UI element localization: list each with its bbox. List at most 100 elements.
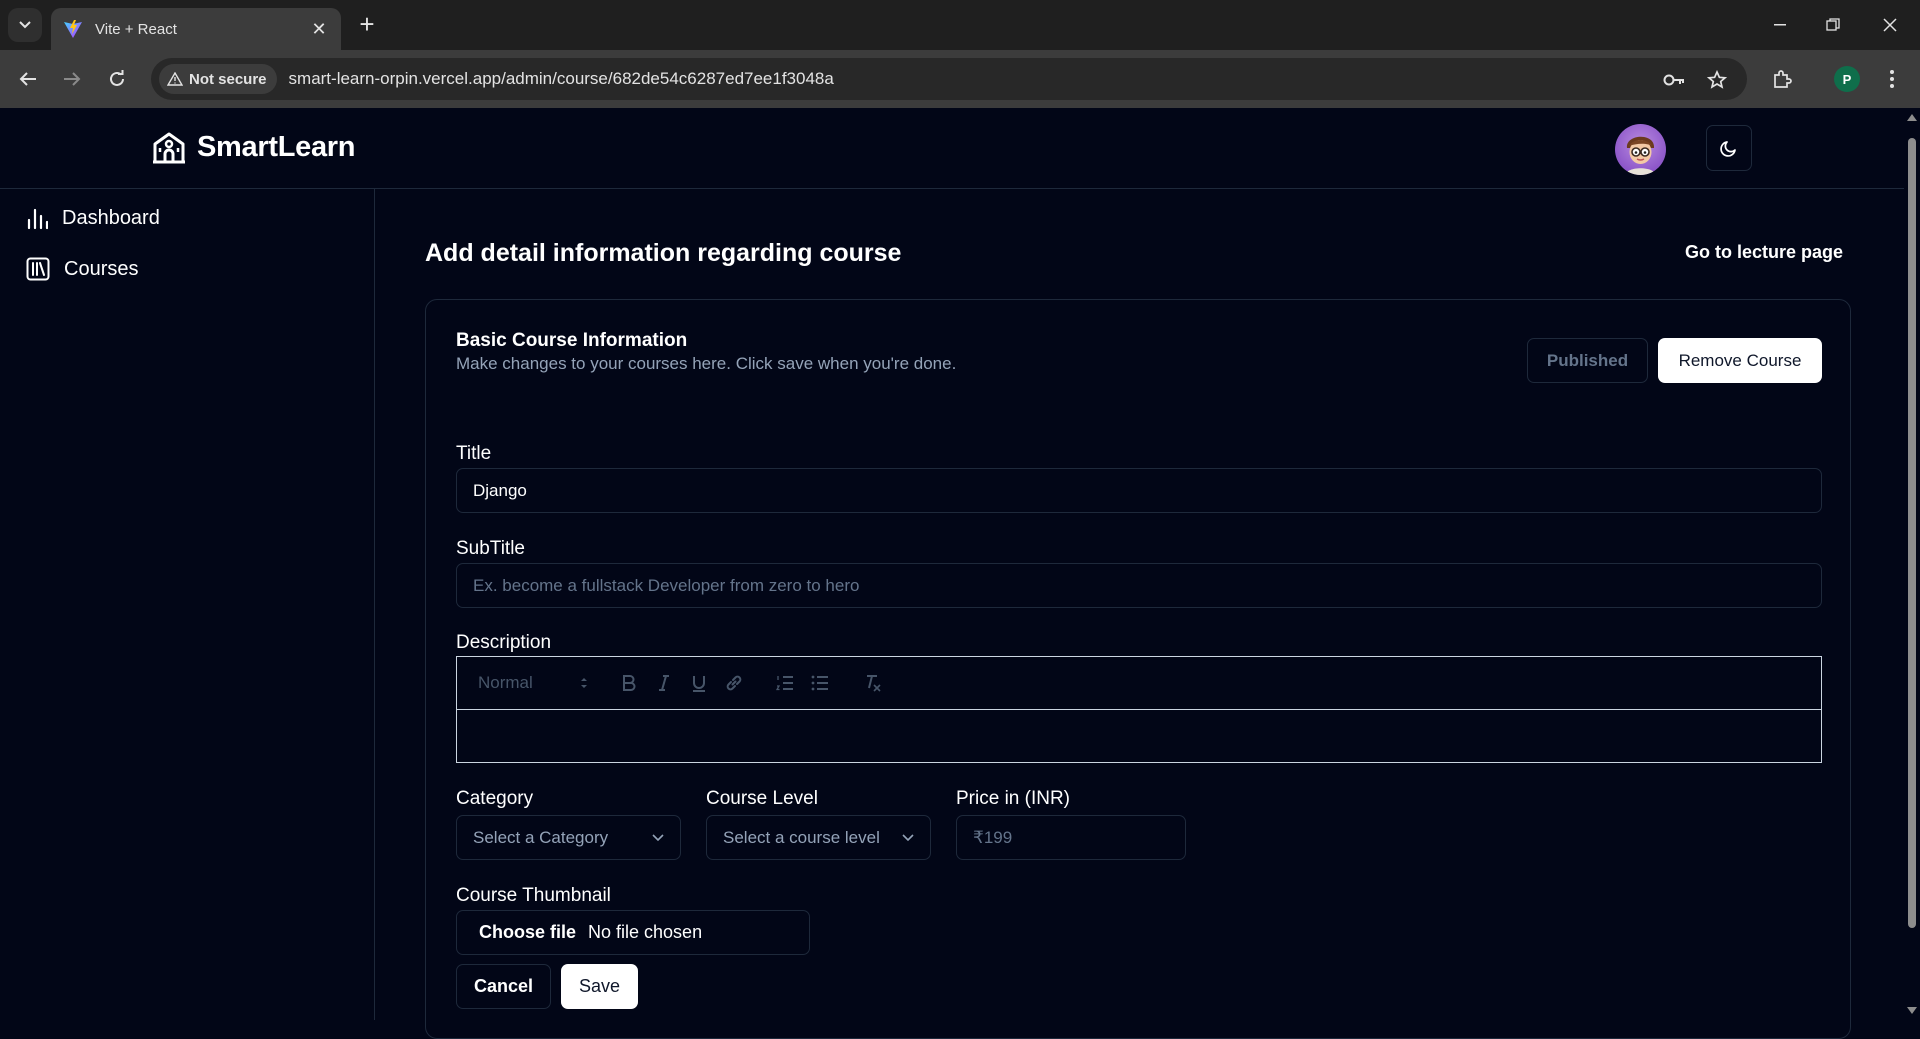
choose-file-button[interactable]: Choose file xyxy=(479,922,576,943)
address-bar[interactable]: Not secure smart-learn-orpin.vercel.app/… xyxy=(151,58,1747,100)
clear-format-icon xyxy=(867,675,881,692)
cancel-button[interactable]: Cancel xyxy=(456,964,551,1009)
brand-name: SmartLearn xyxy=(197,130,356,163)
minimize-icon xyxy=(1774,24,1786,26)
sidebar-item-label: Dashboard xyxy=(62,207,160,229)
file-status: No file chosen xyxy=(588,922,703,942)
chevron-down-icon xyxy=(902,833,914,841)
card-title: Basic Course Information xyxy=(456,330,688,351)
bold-button[interactable] xyxy=(617,671,641,695)
course-level-label: Course Level xyxy=(706,788,818,809)
close-window-button[interactable] xyxy=(1870,8,1910,42)
format-select-value: Normal xyxy=(478,673,533,692)
security-label: Not secure xyxy=(189,70,267,88)
browser-tab-bar: Vite + React ✕ + xyxy=(0,0,1920,50)
scroll-down-arrow-icon[interactable] xyxy=(1907,1007,1917,1014)
italic-button[interactable] xyxy=(652,671,676,695)
card-description: Make changes to your courses here. Click… xyxy=(456,354,957,373)
restore-button[interactable] xyxy=(1813,8,1853,42)
subtitle-input[interactable] xyxy=(456,563,1822,608)
link-icon xyxy=(726,675,742,691)
browser-toolbar: Not secure smart-learn-orpin.vercel.app/… xyxy=(0,50,1920,108)
school-icon xyxy=(153,132,185,164)
more-vertical-icon xyxy=(1890,70,1894,88)
category-label: Category xyxy=(456,788,534,809)
bullet-list-button[interactable] xyxy=(808,671,832,695)
save-button[interactable]: Save xyxy=(561,964,638,1009)
course-level-select[interactable]: Select a course level xyxy=(706,815,931,860)
vite-logo-icon xyxy=(64,20,82,38)
extensions-button[interactable] xyxy=(1766,63,1798,95)
puzzle-icon xyxy=(1774,70,1792,88)
ordered-list-button[interactable] xyxy=(773,671,797,695)
minimize-button[interactable] xyxy=(1760,8,1800,42)
page-title: Add detail information regarding course xyxy=(425,239,902,267)
scrollbar-thumb[interactable] xyxy=(1908,138,1916,928)
thumbnail-label: Course Thumbnail xyxy=(456,885,611,906)
tab-title: Vite + React xyxy=(95,20,177,38)
tab-search-button[interactable] xyxy=(8,8,42,42)
published-button[interactable]: Published xyxy=(1527,338,1648,383)
avatar-illustration-icon xyxy=(1625,136,1656,175)
price-label: Price in (INR) xyxy=(956,788,1071,809)
category-select[interactable]: Select a Category xyxy=(456,815,681,860)
clear-format-button[interactable] xyxy=(861,671,885,695)
app-header: SmartLearn xyxy=(0,108,1904,189)
url-text: smart-learn-orpin.vercel.app/admin/cours… xyxy=(288,69,834,88)
thumbnail-file-input[interactable]: Choose file No file chosen xyxy=(456,910,810,955)
format-select[interactable]: Normal xyxy=(478,671,588,695)
scroll-up-arrow-icon[interactable] xyxy=(1907,114,1917,121)
description-editor: Normal xyxy=(456,656,1822,763)
subtitle-label: SubTitle xyxy=(456,538,525,559)
restore-icon xyxy=(1826,18,1840,31)
page-scrollbar[interactable] xyxy=(1904,108,1920,1020)
category-select-value: Select a Category xyxy=(473,827,609,847)
italic-icon xyxy=(659,675,669,691)
bookmark-star-icon[interactable] xyxy=(1706,69,1728,91)
chevron-down-icon xyxy=(19,21,31,29)
arrow-right-icon xyxy=(64,72,81,86)
title-label: Title xyxy=(456,443,492,464)
browser-menu-button[interactable] xyxy=(1876,63,1908,95)
link-button[interactable] xyxy=(722,671,746,695)
arrow-left-icon xyxy=(19,72,36,86)
forward-button[interactable] xyxy=(56,63,88,95)
close-tab-icon[interactable]: ✕ xyxy=(309,19,329,40)
go-to-lecture-link[interactable]: Go to lecture page xyxy=(1685,242,1843,263)
bold-icon xyxy=(623,675,636,691)
chevron-down-icon xyxy=(652,833,664,841)
new-tab-button[interactable]: + xyxy=(352,10,382,40)
underline-button[interactable] xyxy=(687,671,711,695)
title-input[interactable] xyxy=(456,468,1822,513)
bar-chart-icon xyxy=(27,208,48,229)
reload-button[interactable] xyxy=(101,63,133,95)
brand-logo[interactable]: SmartLearn xyxy=(151,130,355,164)
security-chip[interactable]: Not secure xyxy=(159,64,277,94)
close-icon xyxy=(1883,18,1897,32)
password-key-icon[interactable] xyxy=(1663,69,1685,91)
remove-course-button[interactable]: Remove Course xyxy=(1658,338,1822,383)
browser-profile-avatar[interactable]: P xyxy=(1834,66,1860,92)
sidebar-item-dashboard[interactable]: Dashboard xyxy=(26,207,160,230)
reload-icon xyxy=(110,70,124,86)
bullet-list-icon xyxy=(811,675,828,691)
editor-content-area[interactable] xyxy=(457,710,1821,762)
library-icon xyxy=(26,257,50,281)
user-avatar[interactable] xyxy=(1615,124,1666,175)
sidebar-item-courses[interactable]: Courses xyxy=(26,257,138,281)
underline-icon xyxy=(693,675,705,692)
updown-icon xyxy=(581,678,587,688)
editor-toolbar: Normal xyxy=(457,657,1821,710)
price-input[interactable] xyxy=(956,815,1186,860)
sidebar-item-label: Courses xyxy=(64,257,139,280)
course-level-select-value: Select a course level xyxy=(723,827,880,847)
ordered-list-icon xyxy=(776,676,793,691)
browser-tab[interactable]: Vite + React ✕ xyxy=(51,8,341,50)
back-button[interactable] xyxy=(12,63,44,95)
theme-toggle-button[interactable] xyxy=(1706,125,1752,171)
moon-icon xyxy=(1720,141,1736,157)
warning-icon xyxy=(167,72,183,86)
course-info-card: Basic Course Information Make changes to… xyxy=(425,299,1851,1039)
sidebar: Dashboard Courses xyxy=(0,189,375,1020)
description-label: Description xyxy=(456,632,552,653)
